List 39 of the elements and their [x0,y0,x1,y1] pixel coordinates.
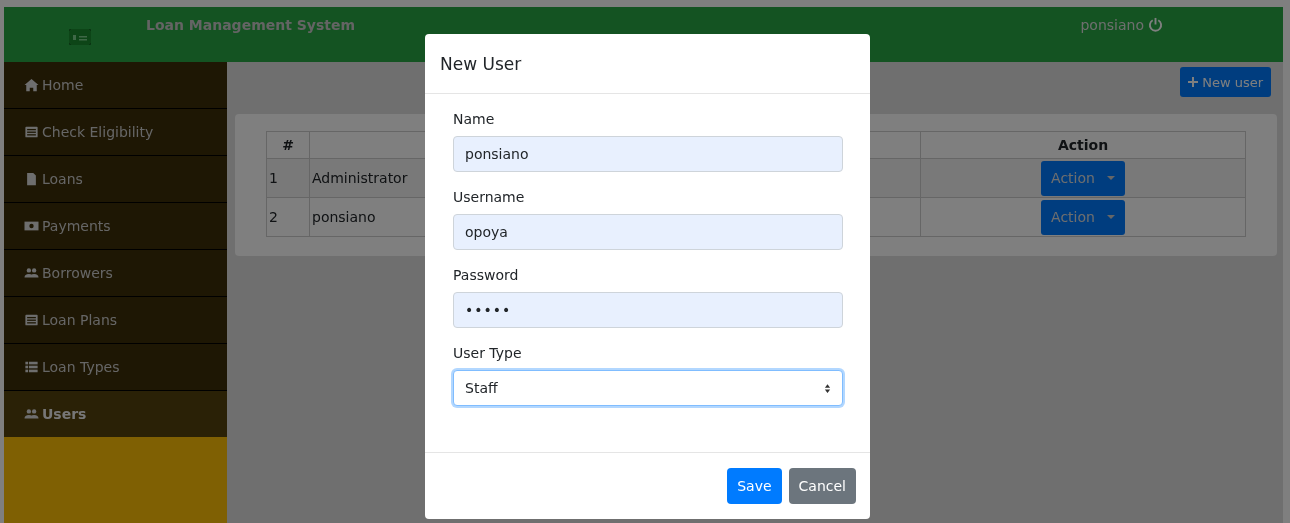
cancel-button[interactable]: Cancel [788,468,856,504]
action-dropdown-button[interactable]: Action [1041,199,1125,235]
home-icon [24,78,39,92]
users-icon [24,266,39,280]
select-arrows-icon [824,382,831,394]
sidebar-item[interactable]: Loans [4,156,227,203]
plus-icon [1188,77,1199,87]
sidebar-item[interactable]: Borrowers [4,250,227,297]
sidebar-item[interactable]: Loan Types [4,344,227,391]
power-icon[interactable] [1148,17,1163,32]
input-field[interactable]: opoya [453,214,843,250]
table-cell: 2 [266,197,310,237]
column-header: # [266,131,310,159]
app-title: Loan Management System [146,17,356,33]
field-label: User Type [453,345,523,361]
sidebar-item[interactable]: Payments [4,203,227,250]
sidebar-item[interactable]: Home [4,62,227,109]
input-field[interactable]: ponsiano [453,136,843,172]
sidebar-item[interactable]: Loan Plans [4,297,227,344]
save-button[interactable]: Save [727,468,782,504]
banknote-icon [24,219,39,233]
action-dropdown-button[interactable]: Action [1041,160,1125,196]
list-icon [24,360,39,374]
table-cell: 1 [266,158,310,198]
field-label: Password [453,267,520,283]
modal-title: New User [440,53,522,74]
field-label: Name [453,111,496,127]
file-icon [24,172,39,186]
new-user-button[interactable]: New user [1180,67,1271,97]
user-type-select[interactable]: Staff [453,370,843,406]
sidebar-item[interactable]: Users [4,391,227,437]
list-icon [24,313,39,327]
list-icon [24,125,39,139]
password-field[interactable]: ••••• [453,292,843,328]
sidebar-item[interactable]: Check Eligibility [4,109,227,156]
column-header: Action [920,131,1246,159]
users-icon [24,407,39,421]
user-name: ponsiano [1080,17,1144,33]
money-icon [69,29,91,45]
